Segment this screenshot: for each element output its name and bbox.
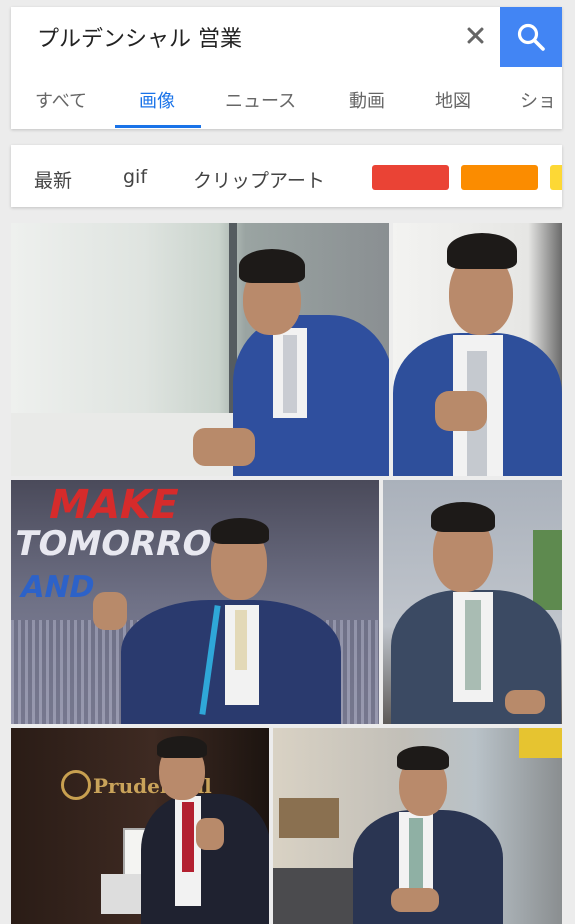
image-result[interactable] <box>273 728 562 924</box>
tab-maps[interactable]: 地図 <box>435 87 471 113</box>
image-result[interactable]: Prudential <box>11 728 269 924</box>
tab-all[interactable]: すべて <box>35 87 87 113</box>
color-filter-yellow[interactable] <box>550 165 562 190</box>
filter-chip-recent[interactable]: 最新 <box>34 166 72 193</box>
color-filter-red[interactable] <box>372 165 449 190</box>
image-result[interactable] <box>383 480 562 724</box>
filter-chip-gif[interactable]: gif <box>123 166 147 188</box>
tab-videos[interactable]: 動画 <box>349 87 385 113</box>
search-tabs: すべて 画像 ニュース 動画 地図 ショ <box>11 69 562 129</box>
color-filter-orange[interactable] <box>461 165 538 190</box>
image-result[interactable] <box>393 223 562 476</box>
image-result[interactable] <box>11 223 389 476</box>
filter-bar: 最新 gif クリップアート <box>11 145 562 207</box>
active-tab-indicator <box>115 125 201 128</box>
search-button[interactable] <box>500 7 562 67</box>
search-input[interactable]: プルデンシャル 営業 <box>37 21 242 53</box>
search-card: プルデンシャル 営業 すべて 画像 ニュース 動画 地図 ショ <box>11 7 562 129</box>
search-bar: プルデンシャル 営業 <box>11 7 562 67</box>
tab-images[interactable]: 画像 <box>139 87 175 113</box>
image-result[interactable]: MAKE TOMORROW, AND <box>11 480 379 724</box>
filter-chip-clipart[interactable]: クリップアート <box>193 166 325 193</box>
tab-shopping[interactable]: ショ <box>520 87 556 113</box>
tab-news[interactable]: ニュース <box>225 87 296 113</box>
search-icon <box>517 23 545 51</box>
sign-text: MAKE <box>44 482 183 528</box>
sign-text: AND <box>17 570 98 605</box>
close-icon[interactable] <box>460 21 490 51</box>
